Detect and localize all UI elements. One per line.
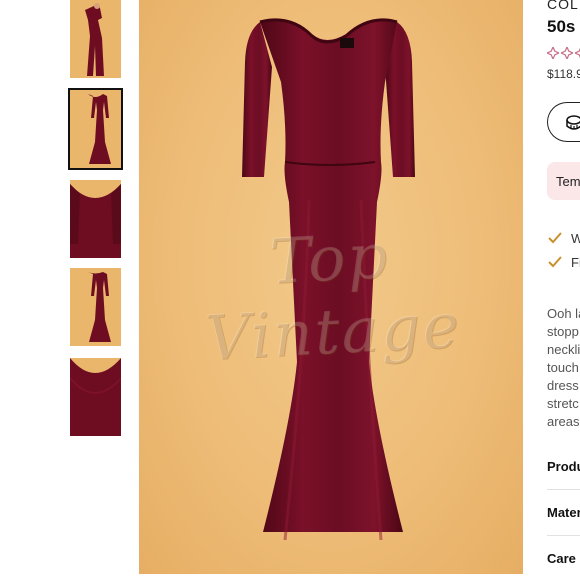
watermark-text: Top Vintage (203, 218, 463, 375)
feature-item: W (547, 230, 580, 246)
feature-text: Fi (571, 254, 580, 270)
brand-name[interactable]: COL (547, 0, 579, 12)
dress-back-image (70, 268, 121, 346)
accordion-care[interactable]: Care (547, 551, 580, 566)
star-icon (575, 47, 580, 59)
thumbnail-fabric-detail[interactable] (70, 358, 121, 436)
thumbnail-back-view[interactable] (70, 268, 121, 346)
dress-fabric-image (70, 358, 121, 436)
size-guide-button[interactable] (547, 102, 580, 142)
product-title: 50s (547, 17, 576, 36)
feature-item: Fi (547, 254, 580, 270)
rating-stars[interactable] (547, 47, 580, 59)
thumbnail-front-view[interactable] (68, 88, 123, 170)
checkmark-icon (548, 256, 562, 268)
main-product-image[interactable]: Top Vintage (139, 0, 523, 574)
divider (547, 535, 580, 536)
thumbnail-side-view[interactable] (70, 0, 121, 78)
product-price: $118.9 (547, 67, 580, 81)
description-line: touch (547, 360, 579, 375)
accordion-product-details[interactable]: Produ (547, 459, 580, 474)
dress-front-image (70, 90, 121, 168)
star-icon (547, 47, 559, 59)
thumbnail-neckline-closeup[interactable] (70, 180, 121, 258)
notice-badge: Tem (547, 162, 580, 200)
accordion-material[interactable]: Mater (547, 505, 580, 520)
star-icon (561, 47, 573, 59)
description-line: stretc (547, 396, 579, 411)
notice-badge-text: Tem (556, 174, 580, 189)
divider (547, 489, 580, 490)
dress-neckline-image (70, 180, 121, 258)
product-description: Ooh la stopp neckli touch dress stretc a… (547, 305, 580, 431)
description-line: dress (547, 378, 579, 393)
description-line: neckli (547, 342, 580, 357)
dress-side-image (70, 0, 121, 78)
description-line: areas (547, 414, 580, 429)
checkmark-icon (548, 232, 562, 244)
tape-measure-icon (566, 115, 580, 130)
description-line: Ooh la (547, 306, 580, 321)
feature-text: W (571, 230, 580, 246)
description-line: stopp (547, 324, 579, 339)
